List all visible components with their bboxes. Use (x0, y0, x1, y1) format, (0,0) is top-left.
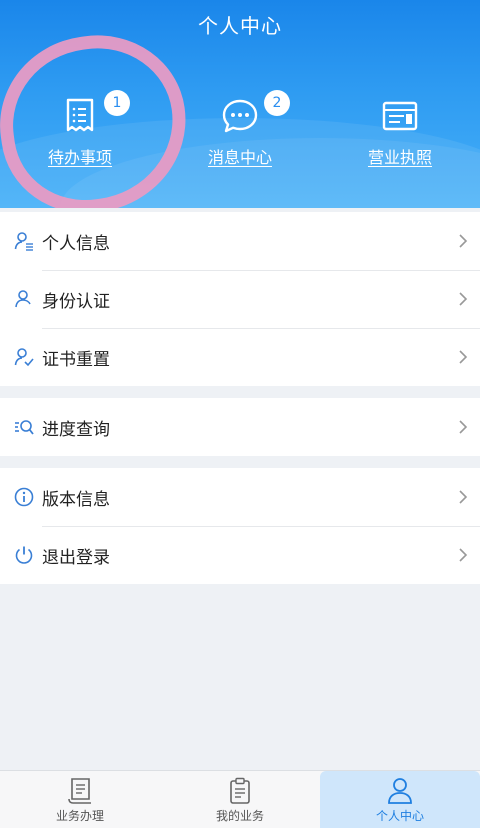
tab-label: 我的业务 (215, 809, 264, 823)
menu-item-label: 退出登录 (42, 547, 110, 568)
user-icon (15, 290, 31, 308)
header: 个人中心 1 待办事项 2 消息中心 营业执照 (0, 0, 480, 208)
menu-item-version-info[interactable]: 版本信息 (0, 468, 480, 526)
tab-label: 业务办理 (55, 809, 104, 823)
license-card-icon (382, 101, 418, 131)
quick-action-label: 消息中心 (207, 148, 272, 167)
quick-action-messages[interactable]: 2 消息中心 (170, 90, 310, 168)
chat-bubble-icon (222, 99, 258, 133)
menu-group-account: 个人信息 身份认证 证书重置 (0, 212, 480, 386)
chevron-right-icon (459, 350, 468, 364)
tab-label: 个人中心 (375, 809, 424, 823)
tab-my-business[interactable]: 我的业务 (160, 771, 320, 828)
search-progress-icon (15, 420, 34, 435)
bottom-tab-bar: 业务办理 我的业务 个人中心 (0, 770, 480, 828)
menu-item-certificate-reset[interactable]: 证书重置 (0, 328, 480, 386)
menu-item-logout[interactable]: 退出登录 (0, 526, 480, 584)
menu-item-label: 进度查询 (42, 419, 110, 440)
menu-group-progress: 进度查询 (0, 398, 480, 456)
menu-item-label: 身份认证 (42, 291, 110, 312)
clipboard-icon (230, 777, 250, 804)
tab-business-handling[interactable]: 业务办理 (0, 771, 160, 828)
page-title: 个人中心 (198, 14, 282, 38)
menu-item-label: 证书重置 (42, 349, 110, 370)
messages-badge: 2 (264, 90, 290, 116)
quick-action-label: 营业执照 (367, 148, 432, 167)
user-list-icon (14, 232, 33, 251)
person-icon (388, 778, 412, 804)
menu-item-progress-query[interactable]: 进度查询 (0, 398, 480, 456)
chevron-right-icon (459, 548, 468, 562)
menu-group-system: 版本信息 退出登录 (0, 468, 480, 584)
chevron-right-icon (459, 420, 468, 434)
chevron-right-icon (459, 234, 468, 248)
tab-personal-center[interactable]: 个人中心 (320, 771, 480, 828)
book-icon (68, 778, 91, 804)
quick-action-license[interactable]: 营业执照 (330, 96, 470, 168)
user-check-icon (14, 348, 34, 367)
power-icon (15, 546, 33, 564)
chevron-right-icon (459, 292, 468, 306)
menu-item-label: 版本信息 (42, 489, 110, 510)
info-icon (14, 487, 34, 507)
menu-item-identity-verification[interactable]: 身份认证 (0, 270, 480, 328)
menu-item-label: 个人信息 (42, 233, 110, 254)
menu-item-personal-info[interactable]: 个人信息 (0, 212, 480, 270)
chevron-right-icon (459, 490, 468, 504)
